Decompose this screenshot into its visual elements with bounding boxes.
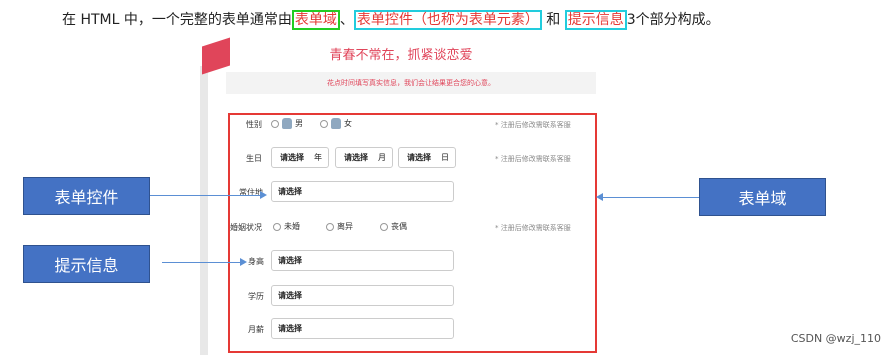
month-select[interactable]: 请选择 月	[335, 147, 393, 168]
form-field-term: 表单域	[291, 10, 340, 30]
birthday-label: 生日	[246, 154, 262, 163]
watermark: CSDN @wzj_110	[790, 332, 881, 345]
radio-icon[interactable]	[273, 222, 281, 231]
form-title: 青春不常在，抓紧谈恋爱	[329, 48, 473, 63]
left-sidebar-strip	[200, 66, 208, 355]
month-select-value: 请选择	[344, 153, 368, 162]
gender-male-option[interactable]: 男	[271, 118, 303, 129]
month-unit: 月	[378, 153, 386, 162]
radio-icon[interactable]	[271, 119, 279, 128]
year-select[interactable]: 请选择 年	[271, 147, 329, 168]
education-label: 学历	[248, 292, 264, 301]
prompt-info-term: 提示信息	[564, 10, 627, 30]
gender-female-option[interactable]: 女	[320, 118, 352, 129]
marital-note: * 注册后修改需联系客服	[495, 224, 571, 232]
marital-option-unmarried[interactable]: 未婚	[273, 221, 300, 232]
female-person-icon	[331, 118, 341, 129]
gender-note: * 注册后修改需联系客服	[495, 121, 571, 129]
residence-select[interactable]: 请选择	[271, 181, 454, 202]
day-unit: 日	[441, 153, 449, 162]
marital-option-text: 未婚	[284, 222, 300, 231]
day-select[interactable]: 请选择 日	[398, 147, 456, 168]
male-person-icon	[282, 118, 292, 129]
intro-sep-2: 和	[541, 12, 565, 28]
marital-option-widowed[interactable]: 丧偶	[380, 221, 407, 232]
income-label: 月薪	[248, 325, 264, 334]
marital-label: 婚姻状况	[230, 223, 262, 232]
year-select-value: 请选择	[280, 153, 304, 162]
form-subtitle: 花点时间填写真实信息，我们会让结果更合您的心意。	[226, 72, 596, 94]
marital-option-divorced[interactable]: 离异	[326, 221, 353, 232]
day-select-value: 请选择	[407, 153, 431, 162]
intro-paragraph: 在 HTML 中，一个完整的表单通常由 表单域、表单控件（也称为表单元素） 和 提…	[62, 9, 720, 30]
radio-icon[interactable]	[326, 222, 334, 231]
intro-prefix: 在 HTML 中，一个完整的表单通常由	[62, 12, 292, 28]
year-unit: 年	[314, 153, 322, 162]
gender-female-text: 女	[344, 119, 352, 128]
form-control-arrow-line	[150, 195, 262, 196]
birthday-note: * 注册后修改需联系客服	[495, 155, 571, 163]
gender-label: 性别	[246, 120, 262, 129]
radio-icon[interactable]	[320, 119, 328, 128]
form-field-callout: 表单域	[699, 178, 826, 216]
income-select[interactable]: 请选择	[271, 318, 454, 339]
form-field-arrow-line	[602, 197, 699, 198]
prompt-info-arrow-head	[240, 258, 247, 266]
height-select[interactable]: 请选择	[271, 250, 454, 271]
form-control-callout: 表单控件	[23, 177, 150, 215]
intro-suffix: 3个部分构成。	[626, 12, 720, 28]
marital-option-text: 丧偶	[391, 222, 407, 231]
education-select[interactable]: 请选择	[271, 285, 454, 306]
form-field-arrow-head	[596, 193, 603, 201]
prompt-info-callout: 提示信息	[23, 245, 150, 283]
form-control-term: 表单控件（也称为表单元素）	[353, 10, 542, 30]
intro-sep-1: 、	[339, 12, 354, 28]
height-label: 身高	[248, 257, 264, 266]
radio-icon[interactable]	[380, 222, 388, 231]
gender-male-text: 男	[295, 119, 303, 128]
prompt-info-arrow-line	[162, 262, 242, 263]
form-control-arrow-head	[260, 191, 267, 199]
marital-option-text: 离异	[337, 222, 353, 231]
